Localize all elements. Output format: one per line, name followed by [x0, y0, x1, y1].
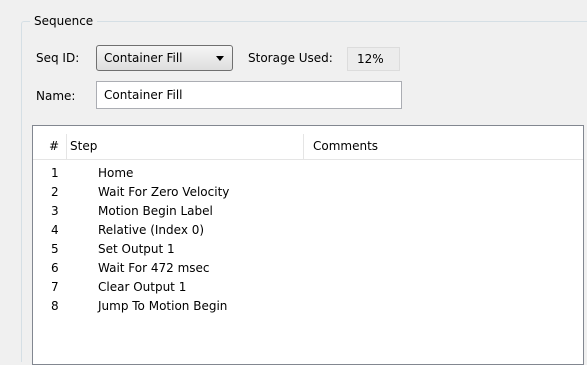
step-name: Wait For Zero Velocity	[98, 185, 230, 199]
column-divider[interactable]	[66, 134, 67, 159]
steps-list-rows: 1 Home 2 Wait For Zero Velocity 3 Motion Be…	[33, 164, 583, 316]
steps-list-header: # Step Comments	[33, 134, 583, 160]
sequence-group-label: Sequence	[30, 14, 98, 28]
step-number: 7	[51, 280, 59, 294]
name-label: Name:	[36, 89, 76, 103]
step-number: 1	[51, 166, 59, 180]
column-header-step[interactable]: Step	[70, 134, 300, 159]
step-number: 2	[51, 185, 59, 199]
table-row[interactable]: 2 Wait For Zero Velocity	[33, 183, 583, 202]
seq-id-label: Seq ID:	[36, 51, 80, 65]
step-number: 4	[51, 223, 59, 237]
seq-id-selected-value: Container Fill	[104, 51, 183, 65]
storage-used-field: 12%	[347, 47, 400, 71]
storage-used-label: Storage Used:	[248, 51, 333, 65]
table-row[interactable]: 8 Jump To Motion Begin	[33, 297, 583, 316]
table-row[interactable]: 7 Clear Output 1	[33, 278, 583, 297]
table-row[interactable]: 1 Home	[33, 164, 583, 183]
step-name: Home	[98, 166, 134, 180]
seq-id-dropdown[interactable]: Container Fill	[96, 45, 233, 71]
column-header-number[interactable]: #	[49, 134, 65, 159]
step-number: 5	[51, 242, 59, 256]
step-number: 3	[51, 204, 59, 218]
step-name: Jump To Motion Begin	[98, 299, 228, 313]
step-number: 6	[51, 261, 59, 275]
step-name: Relative (Index 0)	[98, 223, 205, 237]
column-divider[interactable]	[303, 134, 304, 159]
table-row[interactable]: 6 Wait For 472 msec	[33, 259, 583, 278]
step-name: Wait For 472 msec	[98, 261, 210, 275]
column-header-comments[interactable]: Comments	[313, 134, 513, 159]
steps-list[interactable]: # Step Comments 1 Home 2 Wait For Zero Vel…	[32, 125, 584, 365]
step-name: Motion Begin Label	[98, 204, 213, 218]
name-input[interactable]: Container Fill	[96, 81, 402, 109]
name-input-value: Container Fill	[104, 88, 183, 102]
table-row[interactable]: 3 Motion Begin Label	[33, 202, 583, 221]
step-number: 8	[51, 299, 59, 313]
step-name: Clear Output 1	[98, 280, 187, 294]
table-row[interactable]: 4 Relative (Index 0)	[33, 221, 583, 240]
chevron-down-icon	[216, 56, 224, 61]
storage-used-value: 12%	[357, 52, 384, 66]
table-row[interactable]: 5 Set Output 1	[33, 240, 583, 259]
step-name: Set Output 1	[98, 242, 175, 256]
